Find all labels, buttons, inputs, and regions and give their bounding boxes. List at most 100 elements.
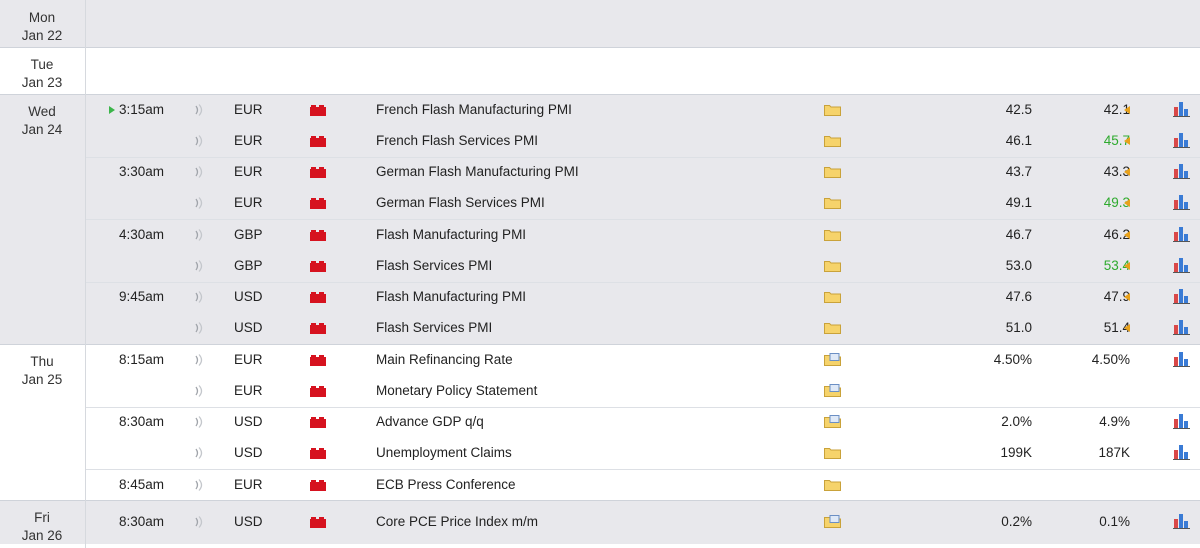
bar-chart-icon[interactable] [1173, 132, 1191, 148]
event-title[interactable]: Core PCE Price Index m/m [376, 514, 538, 530]
bar-chart-icon[interactable] [1173, 194, 1191, 211]
speaker-wave-icon[interactable] [194, 228, 204, 241]
event-title[interactable]: German Flash Manufacturing PMI [376, 164, 579, 180]
actual-value: 47.6 [1005, 289, 1032, 305]
time-separator [86, 406, 1200, 408]
actual-value: 43.7 [1005, 164, 1032, 180]
event-currency: GBP [234, 226, 263, 242]
actual-value: 46.7 [1005, 226, 1032, 242]
event-title[interactable]: Monetary Policy Statement [376, 383, 537, 399]
forecast-value: 45.7 [1103, 132, 1130, 148]
revision-arrow-icon [1124, 105, 1130, 114]
event-title[interactable]: Advance GDP q/q [376, 414, 484, 430]
event-title[interactable]: Main Refinancing Rate [376, 352, 513, 368]
high-impact-folder-icon [310, 516, 326, 529]
day-separator [0, 47, 1200, 48]
time-separator [86, 219, 1200, 220]
bar-chart-icon[interactable] [1173, 226, 1191, 242]
folder-icon[interactable] [824, 478, 841, 491]
folder-open-icon[interactable] [824, 515, 841, 529]
speaker-wave-icon[interactable] [194, 291, 204, 304]
folder-icon[interactable] [824, 196, 841, 210]
event-currency: GBP [234, 257, 263, 273]
revision-arrow-icon [1124, 230, 1130, 239]
folder-icon[interactable] [824, 103, 841, 116]
bar-chart-icon[interactable] [1173, 513, 1191, 530]
bar-chart-icon[interactable] [1173, 288, 1191, 305]
speaker-wave-icon[interactable] [194, 259, 204, 272]
high-impact-folder-icon [310, 354, 326, 366]
day-label: Wed Jan 24 [0, 103, 84, 139]
bar-chart-icon[interactable] [1173, 351, 1191, 367]
event-title[interactable]: ECB Press Conference [376, 477, 516, 493]
event-title[interactable]: Flash Services PMI [376, 258, 492, 274]
day-separator [0, 94, 1200, 95]
actual-value: 51.0 [1005, 320, 1032, 336]
day-separator [0, 500, 1200, 502]
speaker-wave-icon[interactable] [194, 103, 204, 116]
event-currency: EUR [234, 382, 263, 398]
speaker-wave-icon[interactable] [194, 384, 204, 397]
bar-chart-icon[interactable] [1173, 257, 1191, 273]
speaker-wave-icon[interactable] [194, 166, 204, 179]
speaker-wave-icon[interactable] [194, 322, 204, 335]
event-title[interactable]: German Flash Services PMI [376, 195, 545, 211]
high-impact-folder-icon [310, 416, 326, 429]
bar-chart-icon[interactable] [1173, 319, 1191, 336]
folder-icon[interactable] [824, 259, 841, 272]
folder-open-icon[interactable] [824, 415, 841, 429]
day-date: Jan 22 [21, 28, 63, 43]
high-impact-folder-icon [310, 260, 326, 272]
event-currency: EUR [234, 476, 263, 492]
event-time: 3:15am [118, 101, 164, 117]
day-name: Tue [30, 57, 54, 72]
bar-chart-icon[interactable] [1173, 163, 1191, 180]
forecast-value: 42.1 [1103, 101, 1130, 117]
event-title[interactable]: Flash Manufacturing PMI [376, 289, 526, 305]
revision-arrow-icon [1124, 261, 1130, 270]
speaker-wave-icon[interactable] [194, 353, 204, 366]
high-impact-folder-icon [310, 197, 326, 210]
day-name: Wed [28, 104, 56, 119]
day-date: Jan 24 [21, 122, 63, 137]
folder-icon[interactable] [824, 290, 841, 304]
folder-icon[interactable] [824, 228, 841, 241]
actual-value: 49.1 [1005, 195, 1032, 211]
event-time: 4:30am [118, 226, 164, 242]
event-currency: USD [234, 445, 263, 461]
revision-arrow-icon [1124, 324, 1130, 333]
folder-icon[interactable] [824, 165, 841, 179]
event-currency: EUR [234, 132, 263, 148]
bar-chart-icon[interactable] [1173, 101, 1191, 117]
forecast-value: 46.2 [1103, 226, 1130, 242]
day-label: Tue Jan 23 [0, 56, 84, 92]
event-title[interactable]: Unemployment Claims [376, 445, 512, 461]
event-currency: EUR [234, 101, 263, 117]
event-currency: USD [234, 414, 263, 430]
speaker-wave-icon[interactable] [194, 416, 204, 429]
folder-open-icon[interactable] [824, 352, 841, 366]
high-impact-folder-icon [310, 229, 326, 241]
high-impact-folder-icon [310, 479, 326, 491]
folder-icon[interactable] [824, 446, 841, 460]
speaker-wave-icon[interactable] [194, 516, 204, 529]
event-title[interactable]: French Flash Services PMI [376, 133, 538, 149]
high-impact-folder-icon [310, 322, 326, 335]
bar-chart-icon[interactable] [1173, 444, 1191, 461]
folder-open-icon[interactable] [824, 383, 841, 397]
speaker-wave-icon[interactable] [194, 447, 204, 460]
day-name: Fri [34, 510, 50, 526]
forecast-value: 0.1% [1099, 514, 1130, 530]
speaker-wave-icon[interactable] [194, 478, 204, 491]
folder-icon[interactable] [824, 134, 841, 147]
speaker-wave-icon[interactable] [194, 134, 204, 147]
event-time: 8:15am [118, 351, 164, 367]
speaker-wave-icon[interactable] [194, 197, 204, 210]
event-title[interactable]: Flash Services PMI [376, 320, 492, 336]
event-title[interactable]: French Flash Manufacturing PMI [376, 102, 572, 118]
bar-chart-icon[interactable] [1173, 413, 1191, 430]
folder-icon[interactable] [824, 321, 841, 335]
event-time: 3:30am [118, 164, 164, 180]
revision-arrow-icon [1124, 199, 1130, 208]
event-title[interactable]: Flash Manufacturing PMI [376, 227, 526, 243]
